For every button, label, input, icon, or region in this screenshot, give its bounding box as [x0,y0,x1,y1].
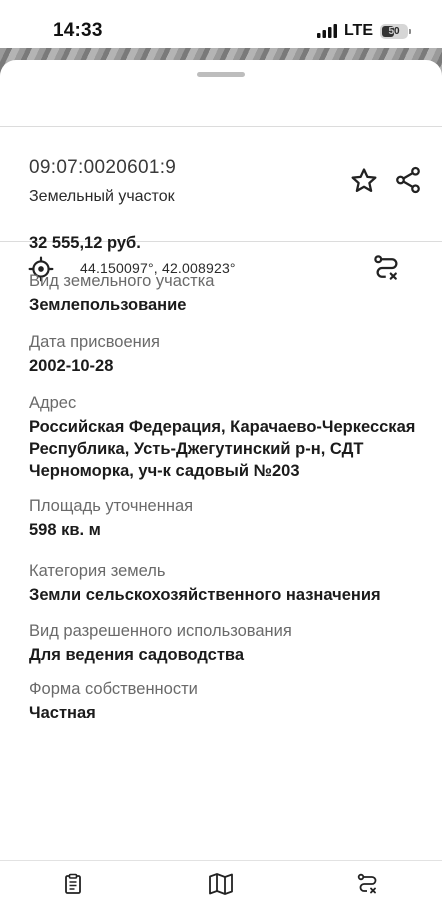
signal-icon [316,24,337,38]
favorite-button[interactable] [347,164,381,198]
object-type: Земельный участок [29,188,175,205]
field-permitted-use: Вид разрешенного использования Для веден… [29,620,429,666]
field-address: Адрес Российская Федерация, Карачаево-Че… [29,392,429,482]
field-label: Адрес [29,394,77,412]
nav-map-button[interactable] [208,871,234,897]
battery-icon: 50 [380,23,411,39]
field-value: Частная [29,704,96,722]
status-time: 14:33 [53,20,103,41]
share-button[interactable] [391,163,425,197]
field-value: Земли сельскохозяйственного назначения [29,586,381,604]
field-label: Площадь уточненная [29,497,194,515]
nav-route-button[interactable] [355,871,381,897]
field-area: Площадь уточненная 598 кв. м [29,495,429,541]
battery-level: 50 [388,25,400,37]
field-value: 32 555,12 руб. [29,234,141,252]
field-value: 598 кв. м [29,521,101,539]
status-indicators: LTE 50 [316,22,411,40]
field-label: Форма собственности [29,680,198,698]
field-assignment-date: Дата присвоения 2002-10-28 [29,331,429,377]
field-label: Вид разрешенного использования [29,622,292,640]
field-value: 2002-10-28 [29,357,114,375]
star-icon [351,168,377,192]
nav-info-button[interactable] [60,871,86,897]
parcel-details: 32 555,12 руб. Вид земельного участка Зе… [29,232,429,724]
sheet-grabber[interactable] [197,72,245,77]
cadastral-number: 09:07:0020601:9 [29,157,177,178]
bottom-nav [0,860,442,901]
clipboard-icon [65,873,81,894]
field-value: Российская Федерация, Карачаево-Черкесск… [29,418,416,480]
field-land-type: Вид земельного участка Землепользование [29,270,429,316]
field-label: Дата присвоения [29,333,160,351]
map-icon [209,873,233,895]
route-icon [357,873,377,894]
field-land-category: Категория земель Земли сельскохозяйствен… [29,560,429,606]
share-icon [396,166,420,194]
field-cadastral-value: 32 555,12 руб. [29,232,429,254]
field-ownership: Форма собственности Частная [29,678,429,724]
field-value: Землепользование [29,296,187,314]
network-type: LTE [343,22,373,39]
field-label: Вид земельного участка [29,272,215,290]
divider [0,126,442,127]
field-label: Категория земель [29,562,166,580]
field-value: Для ведения садоводства [29,646,245,664]
